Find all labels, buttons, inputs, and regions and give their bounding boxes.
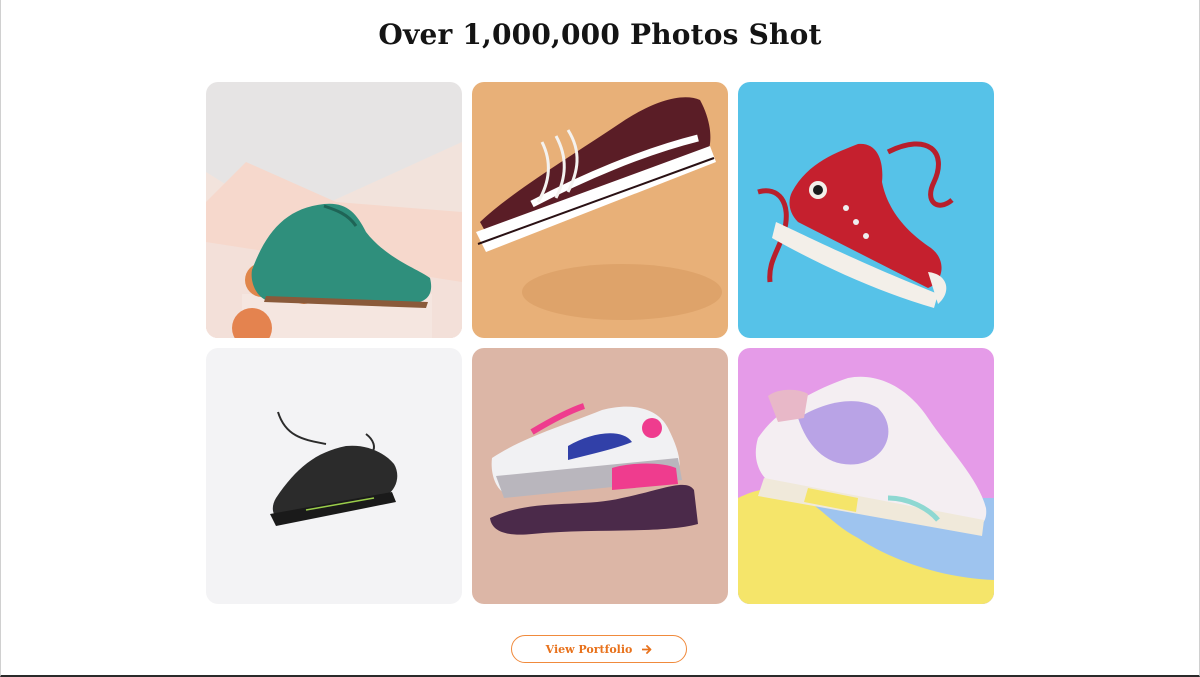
gallery-photo-pastel-sneaker[interactable] — [738, 348, 994, 604]
photo-gallery — [206, 82, 994, 604]
gallery-photo-green-brogue[interactable] — [206, 82, 462, 338]
red-hightop-image — [738, 82, 994, 338]
view-portfolio-label: View Portfolio — [545, 642, 633, 656]
black-sneaker-image — [206, 348, 462, 604]
arrow-right-icon — [642, 644, 652, 654]
pastel-sneaker-image — [738, 348, 994, 604]
page-title: Over 1,000,000 Photos Shot — [378, 18, 822, 51]
green-brogue-image — [206, 82, 462, 338]
view-portfolio-button[interactable]: View Portfolio — [511, 635, 687, 663]
gallery-photo-red-hightop[interactable] — [738, 82, 994, 338]
gallery-photo-maroon-sneaker[interactable] — [472, 82, 728, 338]
pink-air-sneaker-image — [472, 348, 728, 604]
maroon-sneaker-image — [472, 82, 728, 338]
gallery-photo-black-sneaker[interactable] — [206, 348, 462, 604]
gallery-photo-pink-air-sneaker[interactable] — [472, 348, 728, 604]
